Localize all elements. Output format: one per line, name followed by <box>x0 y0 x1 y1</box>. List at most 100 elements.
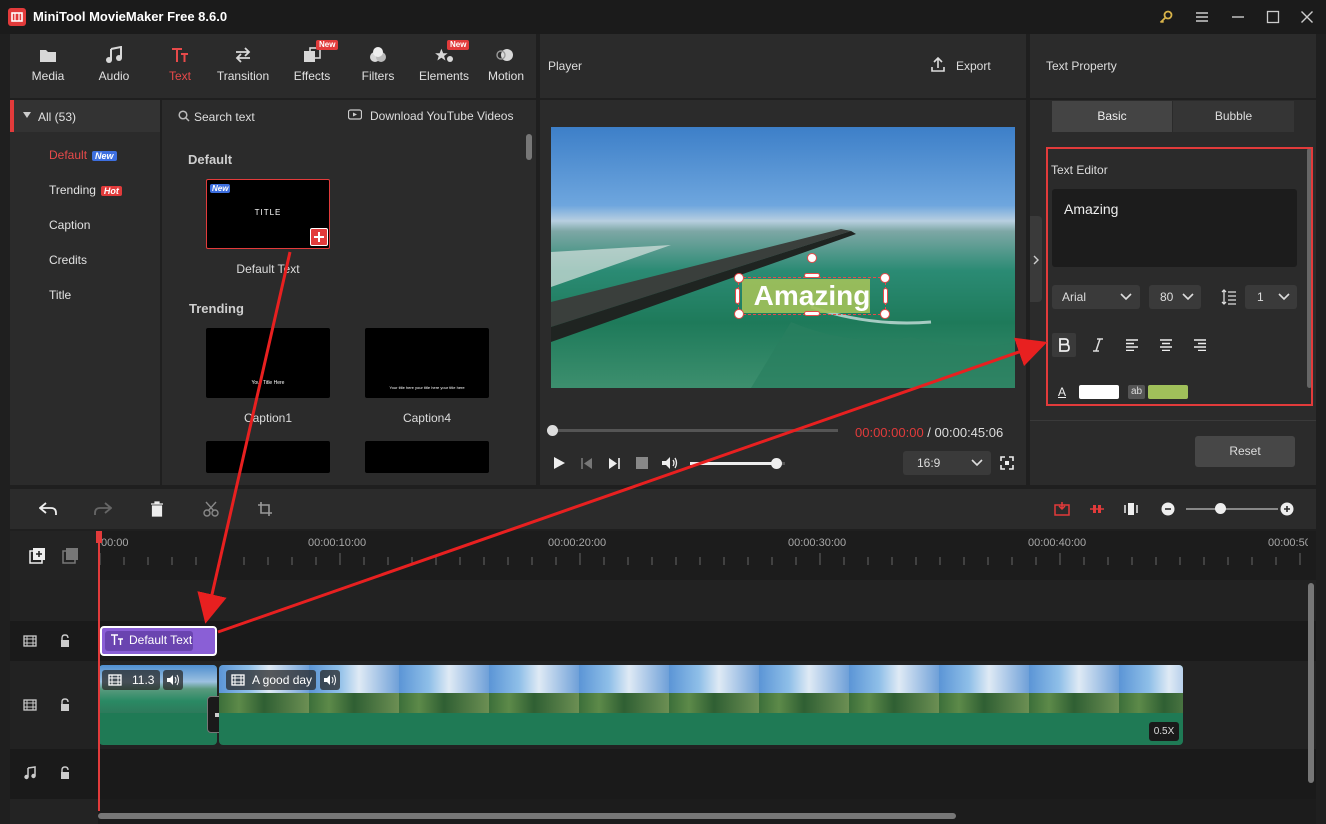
playback-progress-bar[interactable] <box>552 429 838 432</box>
new-badge: New <box>447 40 470 50</box>
undo-icon[interactable] <box>38 500 58 518</box>
category-trending[interactable]: Trending Hot <box>49 183 122 197</box>
zoom-out-icon[interactable] <box>1159 500 1177 518</box>
hot-badge: Hot <box>100 186 122 196</box>
snap-icon[interactable] <box>1052 500 1072 518</box>
category-caption[interactable]: Caption <box>49 218 90 232</box>
tab-filters[interactable]: Filters <box>344 44 412 90</box>
search-input[interactable]: Search text <box>194 110 255 124</box>
time-ruler[interactable] <box>98 531 1308 576</box>
category-title[interactable]: Title <box>49 288 71 302</box>
volume-icon[interactable] <box>660 454 680 472</box>
resize-handle[interactable] <box>734 273 744 283</box>
rotate-handle[interactable] <box>807 253 817 263</box>
playhead-handle[interactable] <box>96 531 102 543</box>
caption4-label: Caption4 <box>402 411 452 425</box>
tab-audio[interactable]: Audio <box>80 44 148 90</box>
fit-timeline-icon[interactable] <box>1121 500 1141 518</box>
tab-elements[interactable]: Elements New <box>410 40 478 90</box>
export-icon <box>930 56 946 73</box>
zoom-in-icon[interactable] <box>1278 500 1296 518</box>
add-track-icon[interactable] <box>28 546 48 566</box>
text-selection-box[interactable] <box>738 277 886 315</box>
text-clip-label: Default Text <box>129 633 193 647</box>
tab-motion[interactable]: Motion <box>476 44 536 90</box>
text-clip[interactable]: Default Text <box>100 626 217 656</box>
resize-handle[interactable] <box>880 273 890 283</box>
crop-icon[interactable] <box>255 500 275 518</box>
media-toolbar: Media Audio Text Transition Effects New … <box>10 34 536 98</box>
previous-frame-icon[interactable] <box>579 455 595 471</box>
audio-icon <box>80 44 148 66</box>
maximize-icon[interactable] <box>1263 7 1283 27</box>
ruler-label: 00:00:20:00 <box>548 537 607 549</box>
clip-volume-icon[interactable] <box>163 670 183 690</box>
delete-icon[interactable] <box>147 500 167 518</box>
resize-handle[interactable] <box>883 288 888 304</box>
category-credits[interactable]: Credits <box>49 253 87 267</box>
category-default[interactable]: Default New <box>49 148 117 162</box>
video-clip-2[interactable]: A good day 0.5X <box>219 665 1183 745</box>
next-frame-icon[interactable] <box>606 455 622 471</box>
volume-knob[interactable] <box>770 458 782 469</box>
close-icon[interactable] <box>1297 7 1317 27</box>
resize-handle[interactable] <box>804 273 820 278</box>
split-audio-icon[interactable] <box>1087 500 1107 518</box>
add-icon[interactable] <box>310 228 328 246</box>
default-text-thumbnail[interactable]: New TITLE <box>206 179 330 249</box>
volume-slider[interactable] <box>690 458 785 469</box>
video-preview[interactable]: Amazing <box>551 127 1015 388</box>
tab-text[interactable]: Text <box>146 44 214 90</box>
time-display: 00:00:00:00 / 00:00:45:06 <box>855 425 1003 440</box>
reset-button[interactable]: Reset <box>1195 436 1295 467</box>
video-clip-icon <box>231 674 245 686</box>
redo-icon[interactable] <box>93 500 113 518</box>
playhead-knob[interactable] <box>547 425 558 436</box>
clip-volume-icon[interactable] <box>320 670 340 690</box>
collapse-panel-handle[interactable] <box>1030 216 1042 302</box>
new-badge: New <box>210 184 231 193</box>
caption4-thumbnail[interactable]: Your title here your title here your tit… <box>365 328 489 398</box>
track-video-icon <box>22 634 38 648</box>
resize-handle[interactable] <box>804 311 820 316</box>
category-all-label: All (53) <box>38 110 77 124</box>
zoom-slider[interactable] <box>1186 508 1278 510</box>
lock-icon[interactable] <box>58 697 72 713</box>
tab-media[interactable]: Media <box>14 44 82 90</box>
library-thumbnail[interactable] <box>365 441 489 473</box>
timeline-horizontal-scrollbar[interactable] <box>98 813 956 819</box>
resize-handle[interactable] <box>880 309 890 319</box>
tab-effects[interactable]: Effects New <box>278 40 346 90</box>
minimize-icon[interactable] <box>1228 7 1248 27</box>
resize-handle[interactable] <box>735 288 740 304</box>
menu-icon[interactable] <box>1192 7 1212 27</box>
split-icon[interactable] <box>201 500 221 518</box>
fullscreen-icon[interactable] <box>999 455 1015 471</box>
category-trending-label: Trending <box>49 183 96 197</box>
copy-track-icon[interactable] <box>61 546 81 566</box>
library-thumbnail[interactable] <box>206 441 330 473</box>
section-trending-title: Trending <box>189 301 244 316</box>
tab-transition[interactable]: Transition <box>208 44 278 90</box>
tab-basic[interactable]: Basic <box>1052 101 1172 132</box>
export-button[interactable]: Export <box>956 59 991 73</box>
library-scrollbar[interactable] <box>526 134 532 160</box>
key-icon[interactable] <box>1156 7 1176 27</box>
lock-icon[interactable] <box>58 765 72 781</box>
play-icon[interactable] <box>551 455 567 471</box>
track-video-icon <box>22 698 38 712</box>
lock-icon[interactable] <box>58 633 72 649</box>
timeline-vertical-scrollbar[interactable] <box>1308 583 1314 783</box>
aspect-ratio-select[interactable]: 16:9 <box>903 451 991 475</box>
category-all[interactable]: All (53) <box>10 100 160 132</box>
resize-handle[interactable] <box>734 309 744 319</box>
text-library: Search text Download YouTube Videos Defa… <box>162 100 536 485</box>
stop-icon[interactable] <box>634 455 650 471</box>
chevron-down-icon <box>23 112 31 118</box>
tab-bubble[interactable]: Bubble <box>1173 101 1294 132</box>
download-youtube-link[interactable]: Download YouTube Videos <box>370 109 513 123</box>
zoom-slider-knob[interactable] <box>1215 503 1226 514</box>
timeline-playhead[interactable] <box>98 531 100 811</box>
video-clip-1[interactable]: 11.3 <box>99 665 217 745</box>
caption1-thumbnail[interactable]: Your Title Here <box>206 328 330 398</box>
